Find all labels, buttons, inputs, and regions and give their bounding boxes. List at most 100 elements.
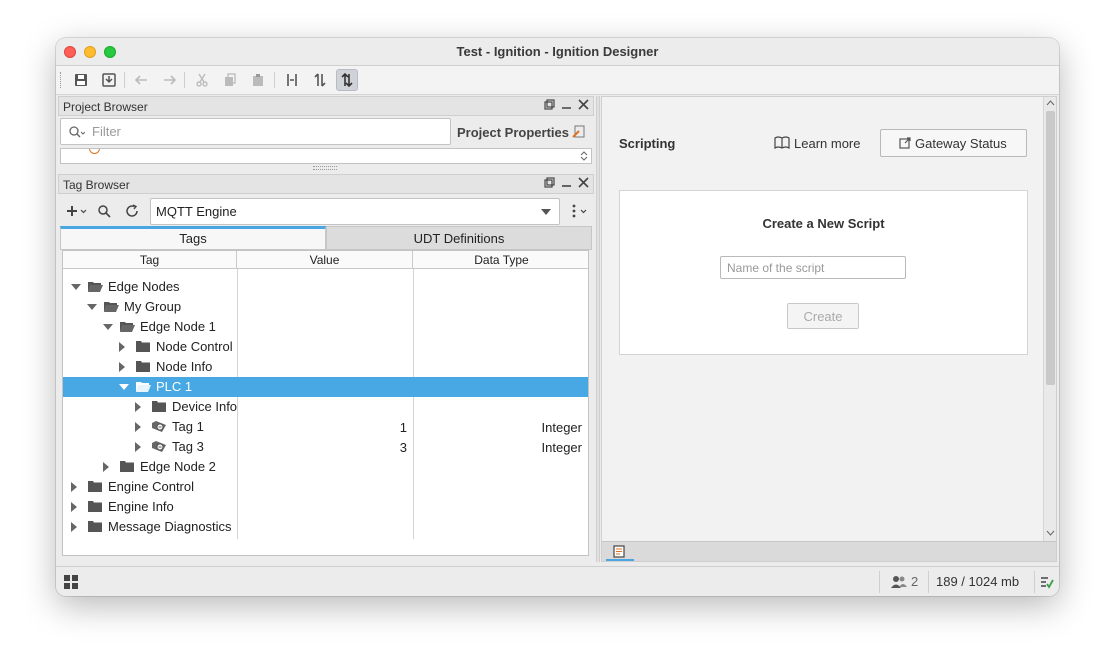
expand-icon[interactable] xyxy=(71,522,77,532)
tab-udt-definitions[interactable]: UDT Definitions xyxy=(326,226,592,250)
toolbar-grip[interactable] xyxy=(60,72,63,88)
learn-more-label: Learn more xyxy=(794,136,861,151)
status-bar: 2 189 / 1024 mb xyxy=(56,566,1059,596)
table-row[interactable]: Device Info xyxy=(63,397,588,417)
tag-data-type: Integer xyxy=(541,420,582,435)
new-script-card: Create a New Script Name of the script C… xyxy=(619,190,1028,355)
tag-name: Edge Nodes xyxy=(108,279,180,294)
folder-open-icon xyxy=(135,380,151,393)
scripting-title: Scripting xyxy=(619,136,676,151)
toolbar-separator xyxy=(124,72,125,88)
tag-data-type: Integer xyxy=(541,440,582,455)
tag-name: Node Control xyxy=(156,339,233,354)
workspace-tabs xyxy=(602,541,1056,561)
table-row[interactable]: Node Info xyxy=(63,357,588,377)
tag-browser-header: Tag Browser xyxy=(58,174,594,194)
column-header-value[interactable]: Value xyxy=(237,251,413,269)
table-row[interactable]: Tag 1 1 Integer xyxy=(63,417,588,437)
copy-icon[interactable] xyxy=(219,69,241,91)
expand-icon[interactable] xyxy=(135,402,141,412)
split-vertical-icon[interactable] xyxy=(281,69,303,91)
scroll-updown-icon[interactable] xyxy=(580,151,588,161)
book-icon xyxy=(774,136,790,149)
expand-icon[interactable] xyxy=(71,482,77,492)
new-script-title: Create a New Script xyxy=(762,216,885,231)
table-row[interactable]: Edge Node 1 xyxy=(63,317,588,337)
gateway-status-button[interactable]: Gateway Status xyxy=(880,129,1027,157)
gateway-status-label: Gateway Status xyxy=(915,136,1007,151)
expand-icon[interactable] xyxy=(119,362,125,372)
close-panel-icon[interactable] xyxy=(578,99,589,110)
table-row[interactable]: Node Control xyxy=(63,337,588,357)
float-panel-icon[interactable] xyxy=(544,177,555,188)
column-header-data-type[interactable]: Data Type xyxy=(413,251,588,269)
scrollbar-thumb[interactable] xyxy=(1046,111,1055,385)
expand-icon[interactable] xyxy=(135,422,141,432)
expand-icon[interactable] xyxy=(71,502,77,512)
table-row[interactable]: Tag 3 3 Integer xyxy=(63,437,588,457)
search-icon[interactable] xyxy=(98,205,111,218)
script-tab[interactable] xyxy=(606,542,634,561)
table-row[interactable]: Edge Nodes xyxy=(63,277,588,297)
redo-icon[interactable] xyxy=(158,69,180,91)
project-tree-row[interactable] xyxy=(60,148,592,164)
more-options-icon[interactable] xyxy=(570,204,590,218)
folder-open-icon xyxy=(119,320,135,333)
table-row[interactable]: Message Diagnostics xyxy=(63,517,588,537)
folder-icon xyxy=(87,480,103,493)
tag-browser-tabs: Tags UDT Definitions xyxy=(60,226,592,250)
folder-icon xyxy=(135,360,151,373)
collapse-icon[interactable] xyxy=(103,324,113,330)
folder-icon xyxy=(151,400,167,413)
tag-name: Device Info xyxy=(172,399,238,414)
tab-tags[interactable]: Tags xyxy=(60,226,326,250)
save-all-icon[interactable] xyxy=(98,69,120,91)
add-tag-icon[interactable] xyxy=(66,205,88,217)
tag-value: 3 xyxy=(399,440,407,455)
tag-icon xyxy=(151,440,167,453)
designer-window: Test - Ignition - Ignition Designer Proj… xyxy=(56,38,1059,596)
cut-icon[interactable] xyxy=(191,69,213,91)
save-icon[interactable] xyxy=(70,69,92,91)
project-properties-link[interactable]: Project Properties xyxy=(457,125,585,140)
script-name-input[interactable]: Name of the script xyxy=(720,256,906,279)
tag-value: 1 xyxy=(399,420,407,435)
expand-icon[interactable] xyxy=(119,342,125,352)
table-row[interactable]: My Group xyxy=(63,297,588,317)
tag-name: Tag 3 xyxy=(172,439,204,454)
undo-icon[interactable] xyxy=(131,69,153,91)
create-button[interactable]: Create xyxy=(787,303,859,329)
checklist-icon[interactable] xyxy=(1040,575,1054,589)
close-panel-icon[interactable] xyxy=(578,177,589,188)
panel-splitter-handle[interactable] xyxy=(313,166,337,170)
scripting-panel: Scripting Learn more Gateway Status Crea… xyxy=(601,96,1057,562)
collapse-icon[interactable] xyxy=(119,384,129,390)
users-count: 2 xyxy=(911,574,919,589)
minimize-panel-icon[interactable] xyxy=(561,99,572,110)
tag-provider-select[interactable]: MQTT Engine xyxy=(150,198,560,225)
split-horizontal-icon[interactable] xyxy=(309,69,331,91)
expand-icon[interactable] xyxy=(135,442,141,452)
column-header-tag[interactable]: Tag xyxy=(63,251,237,269)
scroll-down-icon[interactable] xyxy=(1046,529,1055,537)
minimize-panel-icon[interactable] xyxy=(561,177,572,188)
table-row[interactable]: Engine Control xyxy=(63,477,588,497)
refresh-icon[interactable] xyxy=(125,204,139,218)
grid-menu-icon[interactable] xyxy=(64,575,78,589)
comm-mode-icon[interactable] xyxy=(336,69,358,91)
expand-icon[interactable] xyxy=(103,462,109,472)
collapse-icon[interactable] xyxy=(87,304,97,310)
project-filter-input[interactable]: Filter xyxy=(60,118,451,145)
vertical-scrollbar[interactable] xyxy=(1043,97,1056,541)
main-splitter[interactable] xyxy=(596,96,600,562)
tag-name: Tag 1 xyxy=(172,419,204,434)
collapse-icon[interactable] xyxy=(71,284,81,290)
table-row[interactable]: Engine Info xyxy=(63,497,588,517)
table-row[interactable]: Edge Node 2 xyxy=(63,457,588,477)
table-row[interactable]: PLC 1 xyxy=(63,377,588,397)
tag-name: Node Info xyxy=(156,359,213,374)
float-panel-icon[interactable] xyxy=(544,99,555,110)
script-icon xyxy=(613,545,625,558)
scroll-up-icon[interactable] xyxy=(1046,99,1055,107)
paste-icon[interactable] xyxy=(247,69,269,91)
